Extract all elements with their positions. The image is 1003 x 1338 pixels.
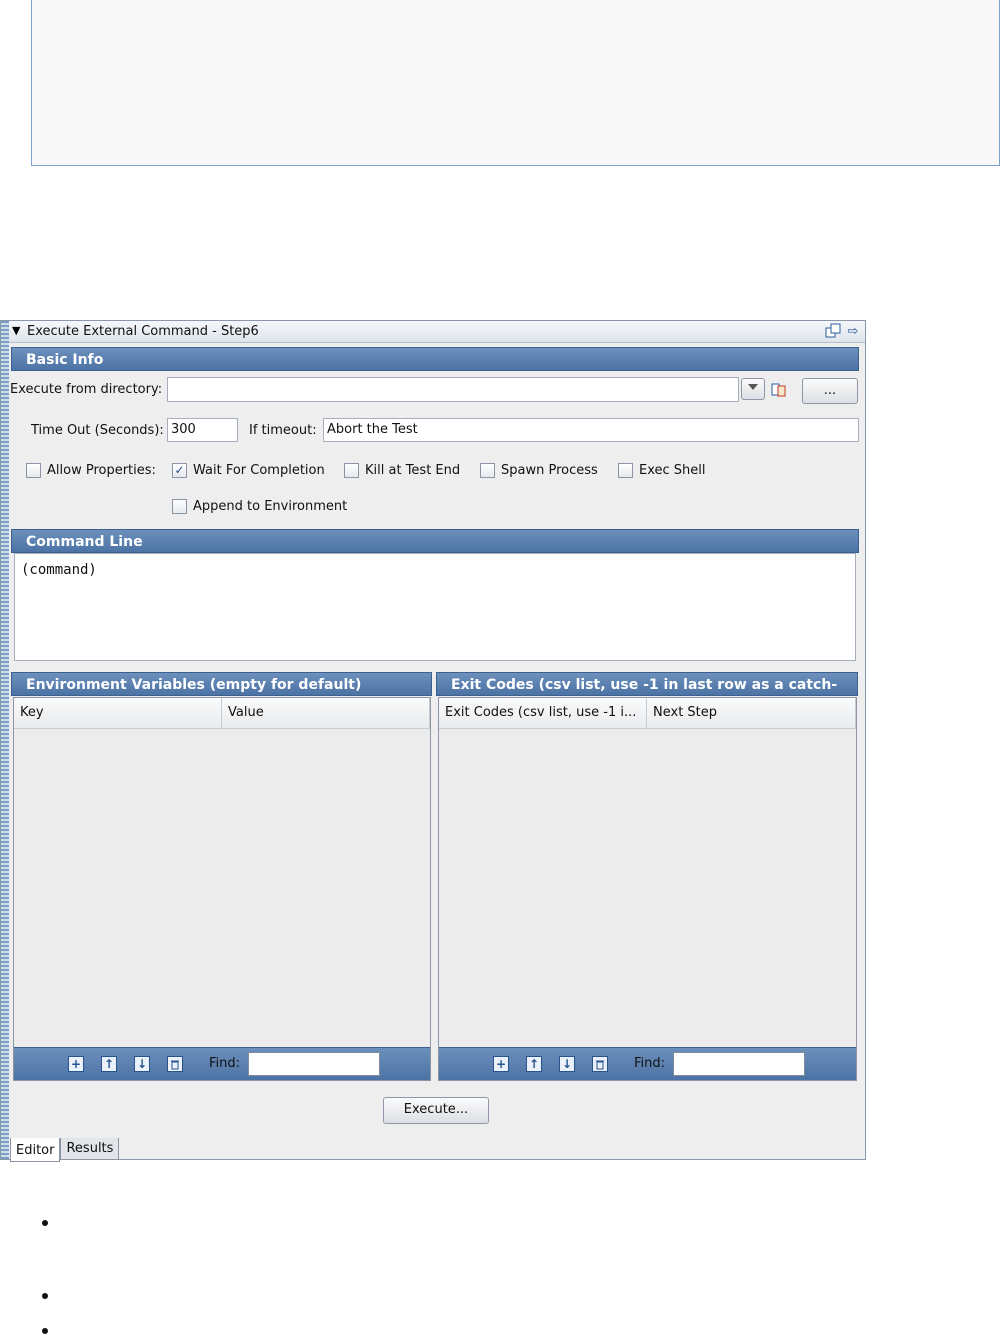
exit-codes-table-header: Exit Codes (csv list, use -1 i... Next S…: [439, 698, 856, 729]
find-label: Find:: [634, 1056, 666, 1071]
move-down-icon[interactable]: ↓: [134, 1056, 150, 1072]
check-icon[interactable]: ✓: [172, 463, 187, 478]
editor-tabs: Editor Results: [10, 1138, 120, 1162]
list-bullet: [42, 1328, 48, 1334]
exit-codes-table: Exit Codes (csv list, use -1 i... Next S…: [438, 697, 857, 1081]
panel-title: Execute External Command - Step6: [27, 324, 259, 339]
checkbox-box[interactable]: [344, 463, 359, 478]
checkbox-box[interactable]: [26, 463, 41, 478]
note-box: [31, 0, 1000, 166]
panel-title-bar: ▼ Execute External Command - Step6 ⇨: [9, 321, 865, 343]
if-timeout-field[interactable]: Abort the Test: [323, 418, 859, 442]
wait-for-completion-label: Wait For Completion: [193, 463, 325, 478]
list-bullet: [42, 1220, 48, 1226]
triangle-down-icon[interactable]: ▼: [12, 324, 20, 337]
timeout-field[interactable]: 300: [167, 418, 238, 442]
spawn-process-checkbox[interactable]: Spawn Process: [480, 463, 598, 478]
arrow-right-icon[interactable]: ⇨: [845, 323, 861, 339]
wait-for-completion-checkbox[interactable]: ✓ Wait For Completion: [172, 463, 325, 478]
tab-editor[interactable]: Editor: [10, 1138, 61, 1162]
tab-results[interactable]: Results: [60, 1138, 120, 1160]
exit-codes-header: Exit Codes (csv list, use -1 in last row…: [436, 672, 858, 717]
delete-row-icon[interactable]: [592, 1056, 608, 1072]
move-down-icon[interactable]: ↓: [559, 1056, 575, 1072]
basic-info-header: Basic Info: [11, 347, 859, 371]
add-row-icon[interactable]: +: [493, 1056, 509, 1072]
exec-dir-label: Execute from directory:: [10, 382, 163, 397]
if-timeout-label: If timeout:: [249, 423, 317, 438]
find-label: Find:: [209, 1056, 241, 1071]
float-window-icon[interactable]: [825, 323, 841, 339]
list-bullet: [42, 1293, 48, 1299]
chevron-down-icon: [748, 384, 758, 390]
exit-codes-find-input[interactable]: [673, 1052, 805, 1076]
exec-dir-field[interactable]: [167, 377, 739, 402]
env-vars-table: Key Value + ↑ ↓ Find:: [13, 697, 431, 1081]
move-up-icon[interactable]: ↑: [101, 1056, 117, 1072]
command-line-header: Command Line: [11, 529, 859, 553]
allow-properties-label: Allow Properties:: [47, 463, 156, 478]
append-to-environment-label: Append to Environment: [193, 499, 348, 514]
checkbox-box[interactable]: [618, 463, 633, 478]
exec-shell-label: Exec Shell: [639, 463, 706, 478]
delete-row-icon[interactable]: [167, 1056, 183, 1072]
execute-button[interactable]: Execute...: [383, 1097, 489, 1124]
exec-dir-dropdown-button[interactable]: [741, 378, 765, 400]
command-line-editor[interactable]: (command): [14, 553, 856, 661]
exit-codes-toolbar: + ↑ ↓ Find:: [439, 1047, 856, 1080]
exec-shell-checkbox[interactable]: Exec Shell: [618, 463, 706, 478]
browse-button[interactable]: ...: [802, 378, 858, 404]
spawn-process-label: Spawn Process: [501, 463, 598, 478]
checkbox-box[interactable]: [480, 463, 495, 478]
checkbox-box[interactable]: [172, 499, 187, 514]
allow-properties-checkbox[interactable]: Allow Properties:: [26, 463, 156, 478]
panel-drag-stripe[interactable]: [1, 321, 9, 1159]
add-row-icon[interactable]: +: [68, 1056, 84, 1072]
kill-at-test-end-label: Kill at Test End: [365, 463, 461, 478]
env-vars-header: Environment Variables (empty for default…: [11, 672, 432, 696]
column-header-next-step[interactable]: Next Step: [647, 698, 856, 728]
append-to-environment-checkbox[interactable]: Append to Environment: [172, 499, 347, 514]
column-header-key[interactable]: Key: [14, 698, 222, 728]
move-up-icon[interactable]: ↑: [526, 1056, 542, 1072]
kill-at-test-end-checkbox[interactable]: Kill at Test End: [344, 463, 460, 478]
env-vars-toolbar: + ↑ ↓ Find:: [14, 1047, 430, 1080]
env-vars-table-header: Key Value: [14, 698, 430, 729]
timeout-label: Time Out (Seconds):: [31, 423, 164, 438]
copy-path-icon[interactable]: [771, 382, 787, 398]
env-vars-find-input[interactable]: [248, 1052, 380, 1076]
column-header-exit-codes[interactable]: Exit Codes (csv list, use -1 i...: [439, 698, 647, 728]
column-header-value[interactable]: Value: [222, 698, 430, 728]
